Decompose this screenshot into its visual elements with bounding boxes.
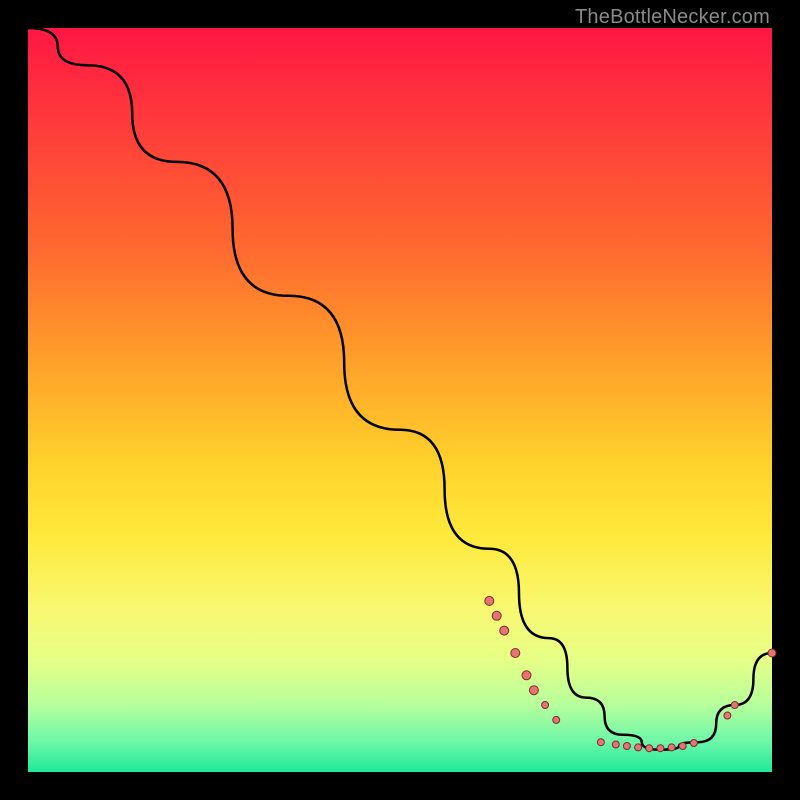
series-line xyxy=(28,28,772,750)
chart-frame: TheBottleNecker.com xyxy=(0,0,800,800)
data-point xyxy=(485,596,494,605)
data-point xyxy=(768,649,776,657)
data-point xyxy=(542,702,549,709)
data-point xyxy=(668,744,675,751)
data-point xyxy=(500,626,509,635)
series-markers xyxy=(485,596,776,751)
data-point xyxy=(731,702,738,709)
data-point xyxy=(679,743,686,750)
data-point xyxy=(623,743,630,750)
data-point xyxy=(511,649,520,658)
data-point xyxy=(529,686,538,695)
data-point xyxy=(646,745,653,752)
data-point xyxy=(553,716,560,723)
data-point xyxy=(635,744,642,751)
data-point xyxy=(690,740,697,747)
data-point xyxy=(724,712,731,719)
data-point xyxy=(522,671,531,680)
chart-canvas xyxy=(28,28,772,772)
data-point xyxy=(657,745,664,752)
watermark-text: TheBottleNecker.com xyxy=(575,6,770,29)
data-point xyxy=(492,611,501,620)
data-point xyxy=(597,739,604,746)
data-point xyxy=(612,741,619,748)
